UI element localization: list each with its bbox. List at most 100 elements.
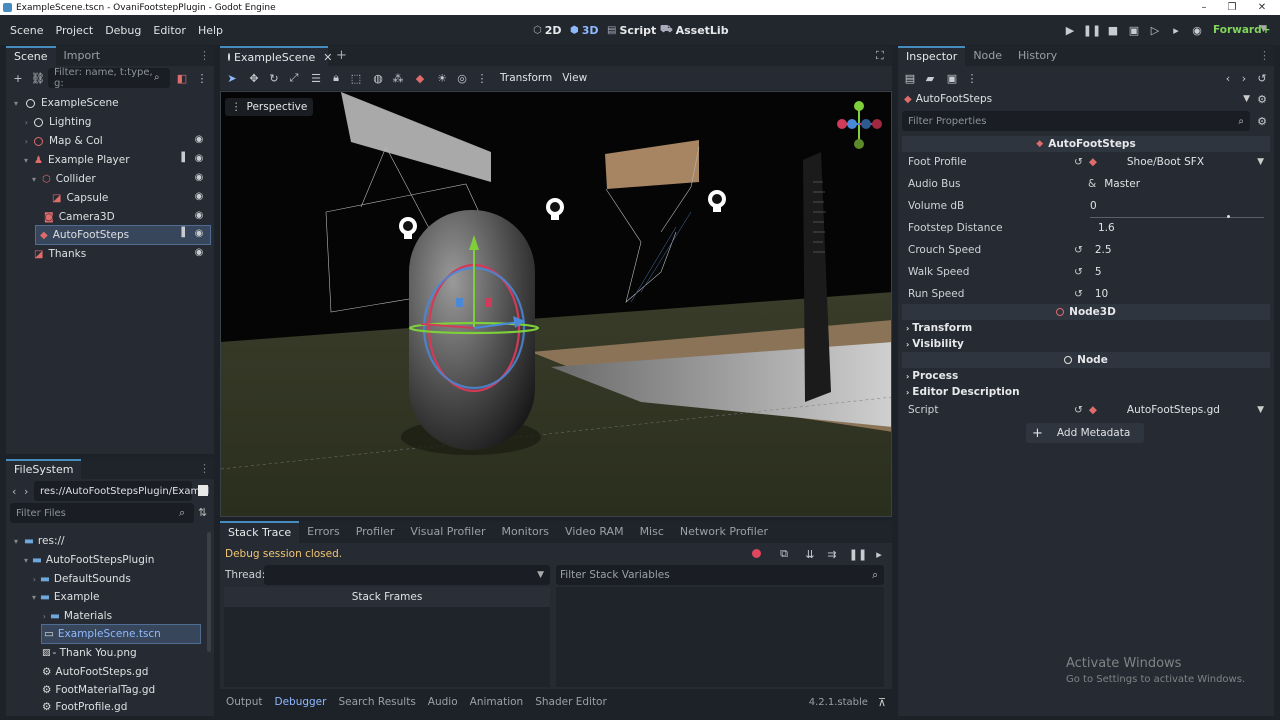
tree-item-examplescene[interactable]: ▾ ExampleScene xyxy=(14,94,210,112)
filesystem-filter-input[interactable]: Filter Files xyxy=(10,503,194,523)
close-tab-icon[interactable]: ✕ xyxy=(323,51,332,64)
inspector-settings-icon[interactable]: ⚙ xyxy=(1254,113,1270,129)
dock-menu-icon[interactable]: ⋮ xyxy=(199,46,210,66)
visibility-eye-icon[interactable]: ◉ xyxy=(192,134,206,148)
open-folder-icon[interactable]: ▰ xyxy=(922,70,938,86)
fs-item-thankyou[interactable]: ▨ - Thank You.png xyxy=(14,644,210,662)
tab-monitors[interactable]: Monitors xyxy=(493,522,557,542)
visibility-eye-icon[interactable]: ◉ xyxy=(192,172,206,186)
tab-video-ram[interactable]: Video RAM xyxy=(557,522,632,542)
step-over-icon[interactable]: ⇉ xyxy=(824,546,840,562)
filter-stack-variables-input[interactable]: Filter Stack Variables ⌕ xyxy=(556,565,884,585)
movie-maker-icon[interactable]: ◉ xyxy=(1189,22,1205,38)
fs-item-examplescene[interactable]: ▭ ExampleScene.tscn xyxy=(41,624,201,644)
instance-scene-icon[interactable]: ◧ xyxy=(174,70,190,86)
menu-editor[interactable]: Editor xyxy=(147,24,192,37)
menu-debug[interactable]: Debug xyxy=(99,24,147,37)
workspace-2d-button[interactable]: ⬡ 2D xyxy=(533,15,562,45)
filter-properties-input[interactable]: Filter Properties ⌕ xyxy=(902,111,1250,131)
tab-network-profiler[interactable]: Network Profiler xyxy=(672,522,776,542)
script-attached-icon[interactable]: ▐ xyxy=(178,153,188,165)
prop-volume-db[interactable]: Volume dB 0 xyxy=(904,195,1270,218)
pause-icon[interactable]: ❚❚ xyxy=(1083,22,1101,38)
history-back-icon[interactable]: ‹ xyxy=(1220,70,1236,86)
fs-item-res[interactable]: ▾ ▬ res:// xyxy=(14,532,210,550)
fs-item-autofootstepsplugin[interactable]: ▾ ▬ AutoFootStepsPlugin xyxy=(14,551,210,569)
tab-visual-profiler[interactable]: Visual Profiler xyxy=(402,522,493,542)
continue-icon[interactable]: ▸ xyxy=(871,546,887,562)
chevron-down-icon[interactable]: ▼ xyxy=(1257,157,1264,167)
tree-item-lighting[interactable]: › Lighting xyxy=(14,113,210,131)
tab-history[interactable]: History xyxy=(1010,46,1065,66)
prop-script[interactable]: Script ↺ ◆ AutoFootSteps.gd ▼ xyxy=(904,399,1270,421)
prop-foot-profile[interactable]: Foot Profile ↺ ◆ Shoe/Boot SFX ▼ xyxy=(904,151,1270,173)
save-icon[interactable]: ▣ xyxy=(944,70,960,86)
tab-node[interactable]: Node xyxy=(965,46,1010,66)
dock-menu-icon[interactable]: ⋮ xyxy=(199,459,210,479)
close-window-icon[interactable]: ✕ xyxy=(1248,0,1276,15)
thread-select[interactable]: ▼ xyxy=(264,565,550,585)
panel-expand-icon[interactable]: ⊼ xyxy=(878,696,886,709)
visibility-eye-icon[interactable]: ◉ xyxy=(192,210,206,224)
fs-item-autofootsteps-gd[interactable]: ⚙ AutoFootSteps.gd xyxy=(14,663,210,681)
group-process[interactable]: › Process xyxy=(906,368,958,384)
select-tool-icon[interactable]: ➤ xyxy=(224,70,240,86)
tab-inspector[interactable]: Inspector xyxy=(898,46,966,66)
menu-scene[interactable]: Scene xyxy=(4,24,50,37)
link-icon[interactable]: ⛓ xyxy=(30,70,46,86)
more-icon[interactable]: ⋮ xyxy=(474,70,490,86)
maximize-icon[interactable]: ❐ xyxy=(1218,0,1246,15)
scale-tool-icon[interactable]: ⤢ xyxy=(286,70,302,86)
tab-output[interactable]: Output xyxy=(220,696,268,708)
back-icon[interactable]: ‹ xyxy=(12,485,16,498)
prop-footstep-distance[interactable]: Footstep Distance 1.6 xyxy=(904,217,1270,239)
editor-tab-examplescene[interactable]: ExampleScene ✕ xyxy=(220,46,332,66)
tree-item-map-col[interactable]: › Map & Col ◉ xyxy=(14,132,210,150)
breakpoint-icon[interactable] xyxy=(752,549,761,558)
prop-audio-bus[interactable]: Audio Bus & Master xyxy=(904,173,1270,195)
scene-filter-input[interactable]: Filter: name, t:type, g: xyxy=(48,67,170,89)
play-custom-icon[interactable]: ▸ xyxy=(1168,22,1184,38)
tree-item-autofootsteps[interactable]: ◆ AutoFootSteps ▐ ◉ xyxy=(35,225,211,245)
fs-item-footprofile-gd[interactable]: ⚙ FootProfile.gd xyxy=(14,700,210,714)
transform-menu[interactable]: Transform xyxy=(500,72,552,84)
tab-shader-editor[interactable]: Shader Editor xyxy=(529,696,613,708)
fs-item-defaultsounds[interactable]: › ▬ DefaultSounds xyxy=(14,570,210,588)
visibility-eye-icon[interactable]: ◉ xyxy=(192,247,206,261)
filesystem-path-input[interactable]: res://AutoFootStepsPlugin/Exampl xyxy=(34,481,209,501)
copy-icon[interactable]: ⧉ xyxy=(776,546,792,562)
tab-animation[interactable]: Animation xyxy=(464,696,530,708)
snap-icon[interactable]: ⁂ xyxy=(390,70,406,86)
add-metadata-button[interactable]: + Add Metadata xyxy=(1026,423,1144,443)
prop-walk-speed[interactable]: Walk Speed ↺ 5 xyxy=(904,261,1270,283)
more-icon[interactable]: ⋮ xyxy=(964,70,980,86)
forward-icon[interactable]: › xyxy=(24,485,28,498)
tab-search-results[interactable]: Search Results xyxy=(332,696,421,708)
group-editor-description[interactable]: › Editor Description xyxy=(906,384,1020,400)
tab-debugger[interactable]: Debugger xyxy=(268,696,332,708)
tree-item-collider[interactable]: ▾ ⬡ Collider ◉ xyxy=(14,170,210,188)
tree-item-camera3d[interactable]: ◙ Camera3D ◉ xyxy=(14,208,210,226)
fs-item-example[interactable]: ▾ ▬ Example xyxy=(14,588,210,606)
menu-project[interactable]: Project xyxy=(50,24,100,37)
fs-item-footmaterialtag-gd[interactable]: ⚙ FootMaterialTag.gd xyxy=(14,681,210,699)
prop-crouch-speed[interactable]: Crouch Speed ↺ 2.5 xyxy=(904,239,1270,261)
sort-icon[interactable]: ⇅ xyxy=(198,506,207,519)
tab-misc[interactable]: Misc xyxy=(632,522,672,542)
add-tab-icon[interactable]: + xyxy=(336,48,347,63)
revert-icon[interactable]: ↺ xyxy=(1074,266,1083,278)
inspector-object-selector[interactable]: ◆ AutoFootSteps ▼ xyxy=(902,90,1250,108)
play-icon[interactable]: ▶ xyxy=(1062,22,1078,38)
distraction-free-icon[interactable]: ⛶ xyxy=(876,49,884,63)
workspace-script-button[interactable]: ▤ Script xyxy=(607,15,656,45)
revert-icon[interactable]: ↺ xyxy=(1074,244,1083,256)
tree-item-example-player[interactable]: ▾ ♟ Example Player ▐ ◉ xyxy=(14,151,210,169)
new-resource-icon[interactable]: ▤ xyxy=(902,70,918,86)
revert-icon[interactable]: ↺ xyxy=(1074,404,1083,416)
fs-item-materials[interactable]: › ▬ Materials xyxy=(14,607,210,625)
step-into-icon[interactable]: ⇊ xyxy=(802,546,818,562)
chevron-down-icon[interactable]: ▼ xyxy=(1257,405,1264,415)
tab-errors[interactable]: Errors xyxy=(299,522,348,542)
scrollbar[interactable] xyxy=(207,532,211,652)
object-properties-icon[interactable]: ⚙ xyxy=(1254,91,1270,107)
